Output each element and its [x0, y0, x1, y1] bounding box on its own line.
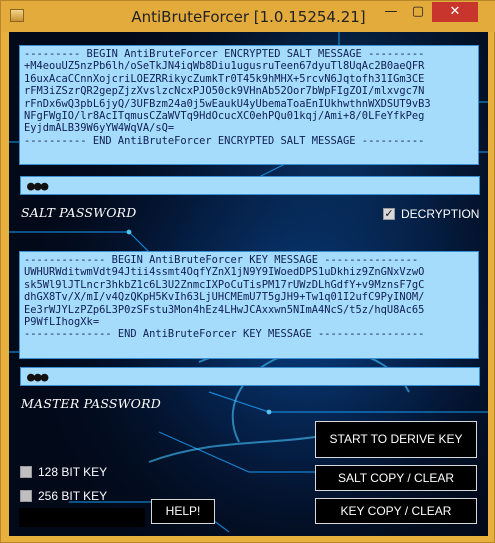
decryption-checkbox[interactable]: ✓ — [383, 208, 395, 220]
salt-password-label: SALT PASSWORD — [21, 205, 137, 220]
salt-copy-clear-button[interactable]: SALT COPY / CLEAR — [315, 465, 477, 491]
start-derive-key-button[interactable]: START TO DERIVE KEY — [315, 421, 477, 458]
key-message-textarea[interactable]: ------------- BEGIN AntiBruteForcer KEY … — [19, 251, 479, 359]
minimize-button[interactable]: — — [378, 2, 404, 22]
master-password-mask: ●●● — [27, 370, 49, 385]
master-password-label: MASTER PASSWORD — [21, 396, 161, 411]
bit256-checkbox[interactable] — [20, 490, 32, 502]
decryption-label: DECRYPTION — [401, 207, 480, 221]
salt-password-input[interactable]: ●●● — [20, 176, 480, 195]
bit128-checkbox-row[interactable]: 128 BIT KEY — [20, 465, 107, 479]
salt-password-mask: ●●● — [27, 179, 49, 194]
bit128-checkbox[interactable] — [20, 466, 32, 478]
decryption-checkbox-row[interactable]: ✓ DECRYPTION — [383, 207, 479, 221]
title-bar[interactable]: AntiBruteForcer [1.0.15254.21] — ▢ ✕ — [1, 1, 495, 32]
bit256-label: 256 BIT KEY — [38, 489, 108, 503]
help-button[interactable]: HELP! — [151, 499, 215, 524]
bit256-checkbox-row[interactable]: 256 BIT KEY — [20, 489, 107, 503]
key-copy-clear-button[interactable]: KEY COPY / CLEAR — [315, 498, 477, 524]
maximize-button[interactable]: ▢ — [405, 2, 431, 22]
close-button[interactable]: ✕ — [432, 2, 478, 22]
bit128-label: 128 BIT KEY — [38, 465, 108, 479]
master-password-input[interactable]: ●●● — [20, 367, 480, 386]
status-box — [19, 508, 145, 527]
app-window: AntiBruteForcer [1.0.15254.21] — ▢ ✕ ---… — [0, 0, 495, 543]
main-panel: --------- BEGIN AntiBruteForcer ENCRYPTE… — [9, 32, 488, 536]
salt-message-textarea[interactable]: --------- BEGIN AntiBruteForcer ENCRYPTE… — [19, 45, 479, 165]
